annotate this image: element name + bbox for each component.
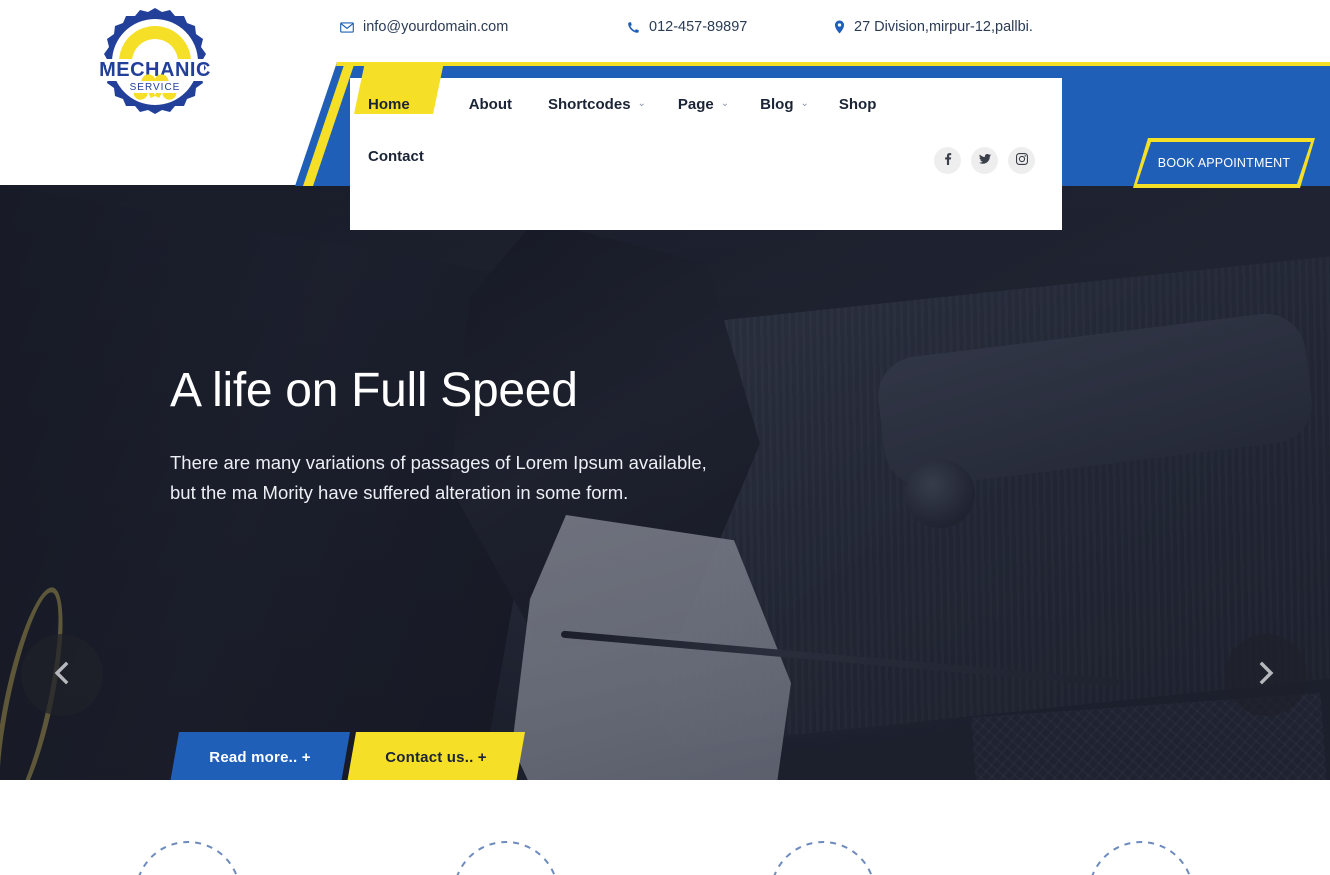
contact-info-row: info@yourdomain.com 012-457-89897 27 Div… <box>340 19 1134 35</box>
read-more-button-label: Read more.. + <box>209 749 311 766</box>
chevron-left-icon <box>51 659 73 692</box>
carousel-next-button[interactable] <box>1225 634 1307 716</box>
chevron-down-icon: ⌄ <box>800 97 809 109</box>
nav-item-shortcodes[interactable]: Shortcodes ⌄ <box>548 78 646 130</box>
contact-email-text: info@yourdomain.com <box>363 19 509 35</box>
dashed-circle-icon <box>1087 840 1195 875</box>
twitter-icon <box>978 152 991 170</box>
dashed-circle-icon <box>452 840 560 875</box>
hero-cta-group: Read more.. + Contact us.. + <box>170 732 525 780</box>
read-more-button[interactable]: Read more.. + <box>170 732 350 780</box>
nav-item-home[interactable]: Home <box>354 62 444 130</box>
contact-address[interactable]: 27 Division,mirpur-12,pallbi. <box>834 19 1134 35</box>
book-button-label: BOOK APPOINTMENT <box>1157 156 1291 170</box>
phone-icon <box>627 21 640 34</box>
nav-item-contact-label: Contact <box>368 147 424 165</box>
service-item-4[interactable] <box>1087 840 1195 875</box>
map-pin-icon <box>834 20 845 34</box>
nav-item-page[interactable]: Page ⌄ <box>678 78 729 130</box>
nav-item-shop[interactable]: Shop <box>839 78 877 130</box>
contact-phone[interactable]: 012-457-89897 <box>627 19 834 35</box>
gear-logo-icon[interactable]: MECHANIC SERVICE <box>92 5 218 127</box>
chevron-down-icon: ⌄ <box>637 97 646 109</box>
nav-item-home-label: Home <box>368 95 410 113</box>
hero-slider: A life on Full Speed There are many vari… <box>0 185 1330 780</box>
page-root: info@yourdomain.com 012-457-89897 27 Div… <box>0 0 1330 875</box>
hero-title: A life on Full Speed <box>170 364 578 417</box>
envelope-icon <box>340 21 354 33</box>
services-section <box>0 780 1330 875</box>
nav-item-about-label: About <box>468 95 513 113</box>
nav-item-about[interactable]: About <box>469 78 512 130</box>
nav-menu: Home About Shortcodes ⌄ Page ⌄ Blog ⌄ Sh… <box>354 62 1008 182</box>
carousel-prev-button[interactable] <box>21 634 103 716</box>
hero-subtitle: There are many variations of passages of… <box>170 451 707 503</box>
hero-content: A life on Full Speed There are many vari… <box>170 364 890 508</box>
instagram-icon <box>1015 152 1028 170</box>
service-item-3[interactable] <box>769 840 877 875</box>
social-twitter-button[interactable] <box>971 147 998 174</box>
nav-top-accent-stripe <box>336 62 1330 66</box>
service-item-1[interactable] <box>134 840 242 875</box>
facebook-icon <box>942 152 954 170</box>
nav-item-contact[interactable]: Contact <box>368 130 1008 182</box>
social-facebook-button[interactable] <box>934 147 961 174</box>
book-appointment-button[interactable]: BOOK APPOINTMENT <box>1133 138 1315 188</box>
contact-email[interactable]: info@yourdomain.com <box>340 19 627 35</box>
svg-text:SERVICE: SERVICE <box>130 82 181 93</box>
dashed-circle-icon <box>769 840 877 875</box>
chevron-right-icon <box>1255 659 1277 692</box>
contact-us-button-label: Contact us.. + <box>385 749 487 766</box>
contact-address-text: 27 Division,mirpur-12,pallbi. <box>854 19 1033 35</box>
nav-second-row: Contact <box>368 130 1008 182</box>
svg-text:MECHANIC: MECHANIC <box>99 59 211 81</box>
chevron-down-icon: ⌄ <box>720 97 730 109</box>
service-item-2[interactable] <box>452 840 560 875</box>
social-instagram-button[interactable] <box>1008 147 1035 174</box>
social-links <box>934 147 1035 174</box>
nav-item-shortcodes-label: Shortcodes <box>548 95 631 113</box>
contact-us-button[interactable]: Contact us.. + <box>347 732 525 780</box>
nav-item-shop-label: Shop <box>838 95 877 113</box>
nav-item-blog[interactable]: Blog ⌄ <box>760 78 809 130</box>
nav-item-blog-label: Blog <box>760 95 794 113</box>
dashed-circle-icon <box>134 840 242 875</box>
nav-item-page-label: Page <box>677 95 714 113</box>
contact-phone-text: 012-457-89897 <box>649 19 748 35</box>
